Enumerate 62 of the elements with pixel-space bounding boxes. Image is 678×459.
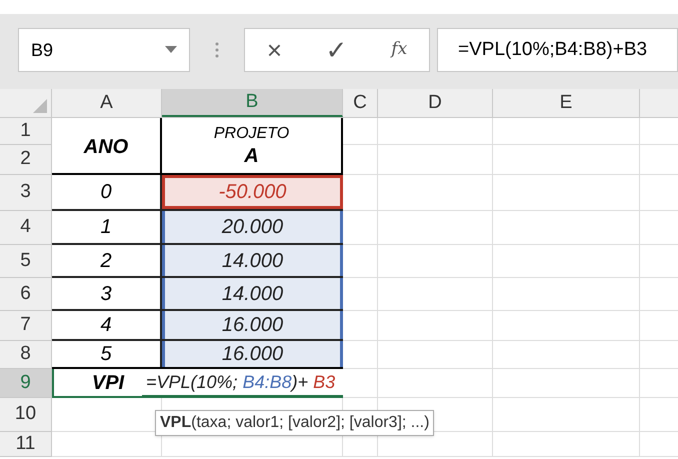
table-cell: 2 (52, 245, 162, 278)
table-cell: -50.000 (162, 175, 343, 211)
name-box[interactable]: B9 (18, 28, 190, 72)
empty-cell[interactable] (378, 278, 493, 311)
column-header[interactable]: C (343, 89, 378, 117)
empty-cell[interactable] (378, 311, 493, 341)
row-header[interactable]: 6 (0, 278, 52, 311)
empty-cell[interactable] (378, 341, 493, 369)
row-header[interactable]: 5 (0, 245, 52, 278)
enter-button[interactable]: ✓ (326, 30, 348, 70)
row-header[interactable]: 7 (0, 311, 52, 341)
row-header[interactable]: 3 (0, 175, 52, 211)
formula-token: B3 (313, 370, 336, 394)
empty-cell[interactable] (493, 211, 640, 245)
empty-cell[interactable] (493, 341, 640, 369)
empty-cell[interactable] (493, 398, 640, 432)
header-text: PROJETO (214, 124, 290, 144)
table-cell: 20.000 (162, 211, 343, 245)
header-text: A (244, 144, 259, 169)
table-cell: 14.000 (162, 245, 343, 278)
table-cell: 16.000 (162, 311, 343, 341)
empty-cell[interactable] (378, 118, 493, 145)
empty-cell[interactable] (493, 369, 640, 398)
empty-cell[interactable] (378, 175, 493, 211)
table-cell: 0 (52, 175, 162, 211)
formula-token: )+ (292, 370, 310, 394)
empty-cell[interactable] (493, 245, 640, 278)
empty-cell[interactable] (493, 311, 640, 341)
empty-cell[interactable] (343, 175, 378, 211)
cell-reference: B9 (31, 38, 54, 62)
row-header[interactable]: 10 (0, 398, 52, 432)
formula-input[interactable]: =VPL(10%; B4:B8)+ B3 (142, 369, 343, 398)
insert-function-button[interactable]: fx (391, 37, 408, 63)
empty-cell[interactable] (378, 245, 493, 278)
empty-cell[interactable] (493, 432, 640, 457)
empty-cell[interactable] (378, 211, 493, 245)
select-all-icon[interactable] (33, 99, 47, 113)
formula-field[interactable]: =VPL(10%;B4:B8)+B3 (437, 28, 678, 72)
empty-cell[interactable] (493, 145, 640, 175)
cancel-button[interactable]: × (266, 30, 282, 70)
table-cell: 14.000 (162, 278, 343, 311)
empty-cell[interactable] (493, 118, 640, 145)
row-header[interactable]: 2 (0, 145, 52, 175)
empty-cell[interactable] (378, 369, 493, 398)
row-header[interactable]: 4 (0, 211, 52, 245)
table-cell: 1 (52, 211, 162, 245)
empty-cell[interactable] (493, 278, 640, 311)
column-header[interactable]: D (378, 89, 493, 117)
formula-token: B4:B8 (242, 370, 292, 392)
column-header[interactable]: B (162, 89, 343, 117)
row-header[interactable]: 9 (0, 369, 52, 398)
caret-icon (165, 46, 177, 54)
grip-icon (215, 42, 219, 58)
table-cell: 3 (52, 278, 162, 311)
row-header[interactable]: 1 (0, 118, 52, 145)
column-header[interactable]: E (493, 89, 640, 117)
empty-cell[interactable] (378, 145, 493, 175)
empty-cell[interactable] (493, 175, 640, 211)
function-tooltip: VPL(taxa; valor1; [valor2]; [valor3]; ...) (155, 410, 434, 436)
row-header[interactable]: 11 (0, 432, 52, 457)
table-cell: 4 (52, 311, 162, 341)
row-header[interactable]: 8 (0, 341, 52, 369)
